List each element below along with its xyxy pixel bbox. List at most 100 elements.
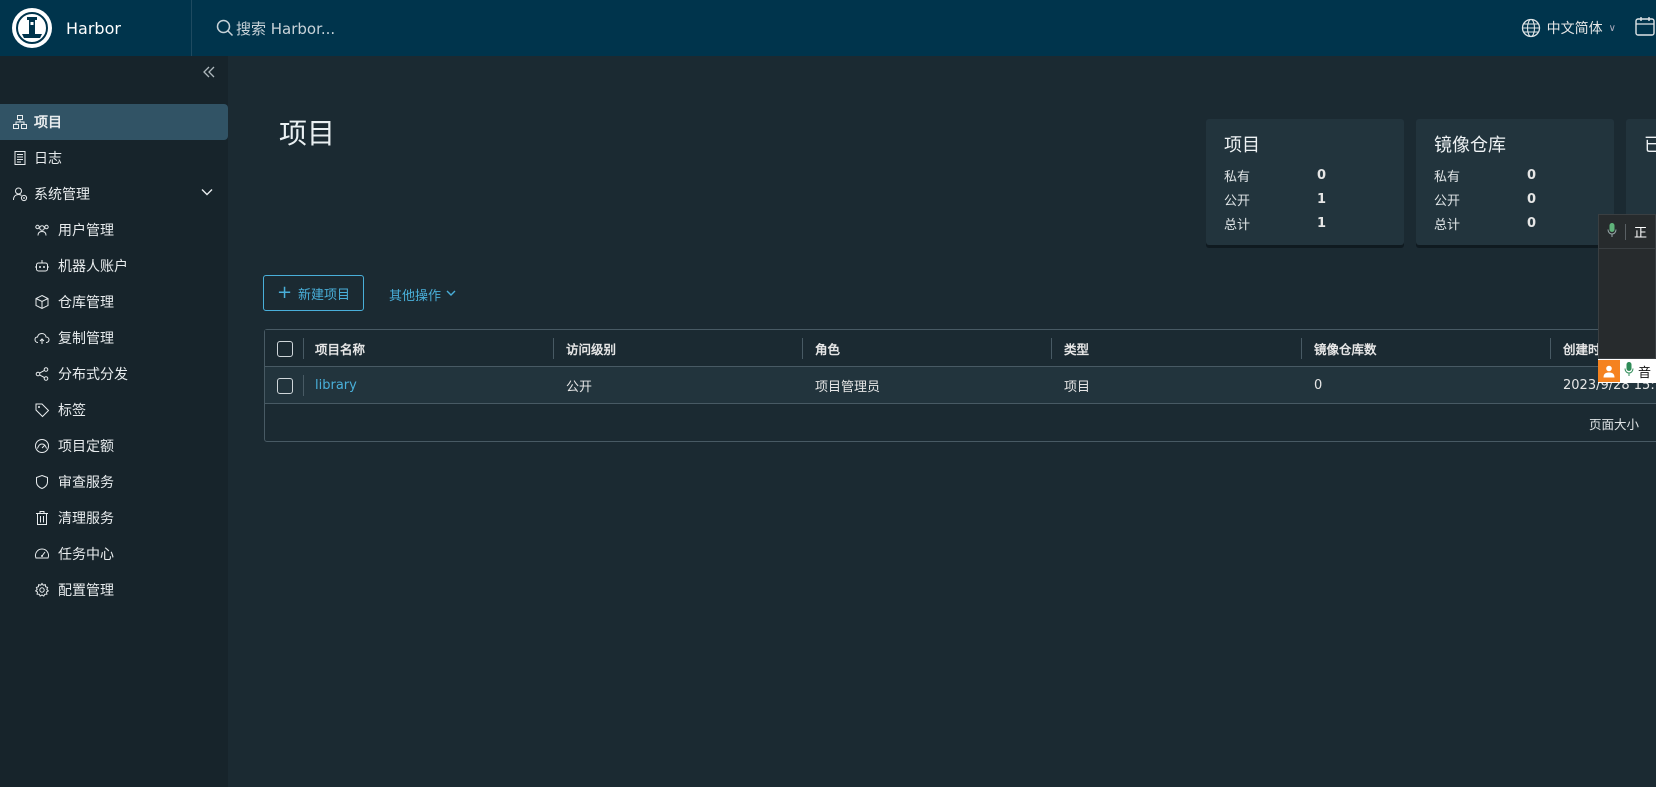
registry-icon: [34, 294, 50, 310]
admin-icon: [12, 186, 28, 202]
language-label: 中文简体: [1546, 21, 1603, 37]
other-actions-dropdown[interactable]: 其他操作: [389, 285, 457, 304]
users-icon: [34, 222, 50, 238]
sidebar-item-label: 复制管理: [58, 331, 114, 347]
search-icon: [216, 19, 234, 37]
repo-count-cell: 0: [1314, 378, 1323, 393]
sidebar-item-label: 分布式分发: [58, 367, 128, 383]
log-icon: [12, 150, 28, 166]
card-row-label: 总计: [1224, 217, 1251, 233]
project-name-link[interactable]: library: [315, 367, 357, 404]
microphone-icon[interactable]: [1607, 222, 1617, 242]
column-header-created[interactable]: 创建时: [1563, 330, 1601, 367]
sidebar-item-projects[interactable]: 项目: [0, 104, 228, 140]
share-icon: [34, 366, 50, 382]
floating-bar-text: 音: [1638, 365, 1652, 381]
tag-icon: [34, 402, 50, 418]
card-title: 镜像仓库: [1434, 135, 1506, 156]
sidebar-item-interrogation[interactable]: 审查服务: [0, 464, 228, 500]
sidebar-item-replications[interactable]: 复制管理: [0, 320, 228, 356]
select-all-checkbox[interactable]: [277, 340, 293, 357]
column-header-repo-count[interactable]: 镜像仓库数: [1314, 330, 1377, 367]
dashboard-icon: [34, 546, 50, 562]
robot-icon: [34, 258, 50, 274]
sidebar-item-label: 项目: [34, 115, 62, 131]
card-row-label: 总计: [1434, 217, 1461, 233]
sidebar-nav: 项目 日志 系统管理 用户管理 机器人账户 仓库管理 复制管理 分布式分发 标签…: [0, 104, 228, 608]
column-header-type[interactable]: 类型: [1064, 330, 1089, 367]
card-row-label: 私有: [1224, 169, 1251, 185]
summary-card-projects: 项目 私有 0 公开 1 总计 1: [1206, 119, 1404, 245]
gear-icon: [34, 582, 50, 598]
sidebar-item-label: 仓库管理: [58, 295, 114, 311]
card-title: 项目: [1224, 135, 1260, 156]
chevron-down-icon: [445, 287, 457, 303]
card-row-value: 1: [1317, 215, 1327, 231]
floating-panel-header: 正: [1599, 215, 1655, 249]
column-separator: [1550, 338, 1551, 359]
sidebar-item-registries[interactable]: 仓库管理: [0, 284, 228, 320]
new-project-label: 新建项目: [298, 287, 351, 303]
user-avatar-icon: [1598, 360, 1620, 382]
card-row: 公开 1: [1224, 187, 1386, 211]
card-row: 总计 0: [1434, 211, 1596, 235]
globe-icon: [1521, 18, 1540, 38]
chevron-down-icon[interactable]: [200, 185, 214, 203]
project-icon: [12, 114, 28, 130]
row-checkbox[interactable]: [277, 377, 293, 394]
card-row-value: 0: [1527, 215, 1537, 231]
brand[interactable]: Harbor: [0, 0, 192, 56]
sidebar-item-label: 任务中心: [58, 547, 114, 563]
plus-icon: +: [276, 282, 293, 303]
sidebar-item-gc[interactable]: 清理服务: [0, 500, 228, 536]
quota-icon: [34, 438, 50, 454]
column-separator: [553, 338, 554, 359]
sidebar-item-quotas[interactable]: 项目定额: [0, 428, 228, 464]
chevron-down-icon: ∨: [1608, 22, 1616, 34]
sidebar-item-label: 清理服务: [58, 511, 114, 527]
sidebar-item-logs[interactable]: 日志: [0, 140, 228, 176]
sidebar-item-label: 日志: [34, 151, 62, 167]
collapse-sidebar-icon[interactable]: [202, 64, 216, 83]
page-size-label: 页面大小: [1589, 416, 1640, 432]
sidebar-item-label: 标签: [58, 403, 86, 419]
page-title: 项目: [279, 117, 336, 150]
table-footer: 页面大小: [1589, 404, 1649, 442]
shield-icon: [34, 474, 50, 490]
divider: [1625, 223, 1626, 240]
sidebar-item-label: 机器人账户: [58, 259, 128, 275]
access-level-cell: 公开: [566, 380, 593, 395]
row-select-cell: [277, 367, 293, 404]
sidebar-item-config[interactable]: 配置管理: [0, 572, 228, 608]
sidebar-item-admin[interactable]: 系统管理: [0, 176, 228, 212]
floating-panel-text: 正: [1634, 226, 1648, 241]
column-header-access[interactable]: 访问级别: [566, 330, 616, 367]
card-row: 总计 1: [1224, 211, 1386, 235]
card-row-value: 0: [1527, 191, 1537, 207]
microphone-icon[interactable]: [1624, 361, 1634, 381]
sidebar-item-jobs[interactable]: 任务中心: [0, 536, 228, 572]
language-switcher[interactable]: 中文简体 ∨: [1521, 18, 1616, 38]
search-placeholder: 搜索 Harbor...: [236, 19, 336, 38]
header-right: 中文简体 ∨: [1521, 0, 1656, 56]
select-all-cell: [277, 330, 293, 367]
sidebar-item-users[interactable]: 用户管理: [0, 212, 228, 248]
sidebar-item-labels[interactable]: 标签: [0, 392, 228, 428]
summary-card-repositories: 镜像仓库 私有 0 公开 0 总计 0: [1416, 119, 1614, 245]
type-cell: 项目: [1064, 380, 1091, 395]
search-box[interactable]: 搜索 Harbor...: [216, 18, 335, 39]
card-row: 公开 0: [1434, 187, 1596, 211]
sidebar-item-robots[interactable]: 机器人账户: [0, 248, 228, 284]
trash-icon: [34, 510, 50, 526]
sidebar-item-label: 审查服务: [58, 475, 114, 491]
sidebar-item-distribution[interactable]: 分布式分发: [0, 356, 228, 392]
table-row[interactable]: library 公开 项目管理员 项目 0 2023/9/28 15:: [265, 367, 1656, 404]
column-header-name[interactable]: 项目名称: [315, 330, 365, 367]
floating-voice-panel[interactable]: 正: [1598, 214, 1656, 359]
floating-voice-bar[interactable]: 音: [1598, 359, 1656, 383]
new-project-button[interactable]: + 新建项目: [263, 275, 364, 311]
column-header-role[interactable]: 角色: [815, 330, 840, 367]
column-separator: [303, 338, 304, 359]
role-cell: 项目管理员: [815, 380, 881, 395]
calendar-icon[interactable]: [1634, 15, 1656, 41]
